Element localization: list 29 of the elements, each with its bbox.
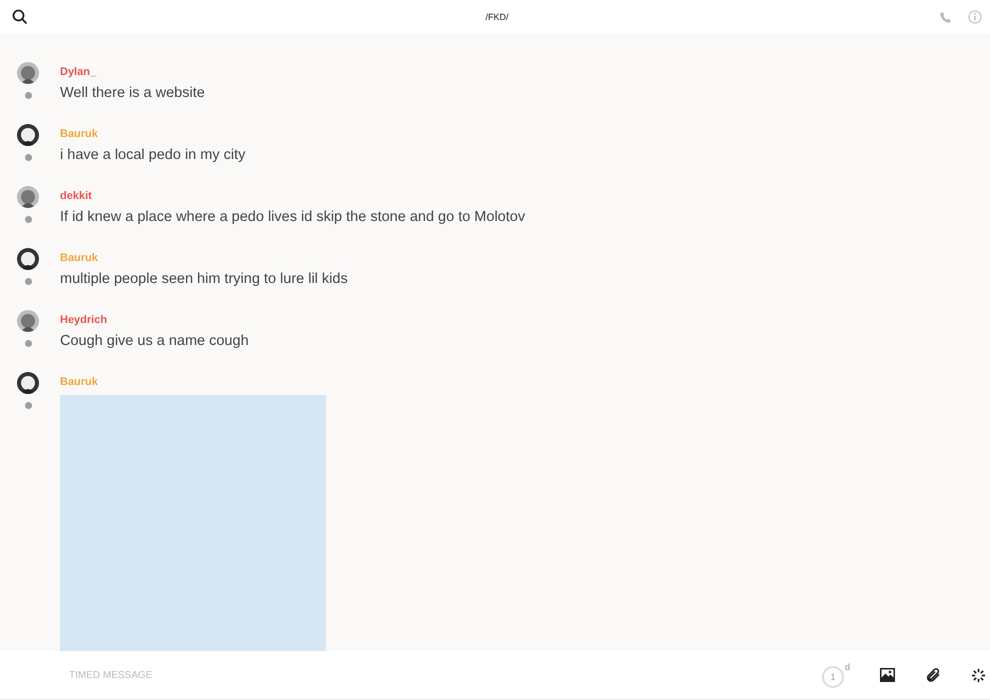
author-name[interactable]: Bauruk <box>60 128 990 140</box>
author-name[interactable]: Bauruk <box>60 252 990 264</box>
message-text: i have a local pedo in my city <box>60 147 246 163</box>
message-text: Cough give us a name cough <box>60 333 250 349</box>
status-dot <box>24 402 32 409</box>
author-name[interactable]: Heydrich <box>60 314 990 326</box>
channel-title: /FKD/ <box>485 12 508 22</box>
author-name[interactable]: Dylan_ <box>60 66 990 78</box>
avatar[interactable] <box>17 186 39 208</box>
message-text: multiple people seen him trying to lure lil kids <box>60 271 349 287</box>
search-icon[interactable] <box>12 9 28 25</box>
image-icon[interactable] <box>880 668 895 682</box>
author-name[interactable]: dekkit <box>60 190 990 202</box>
message-text: If id knew a place where a pedo lives id skip the stone and go to Molotov <box>60 209 526 225</box>
status-dot <box>24 154 32 161</box>
avatar[interactable] <box>17 248 39 270</box>
paperclip-icon[interactable] <box>925 667 941 683</box>
loader-icon[interactable] <box>971 668 986 682</box>
status-dot <box>24 278 32 285</box>
avatar[interactable] <box>17 372 39 394</box>
message-text: Well there is a website <box>60 85 206 101</box>
message-input[interactable]: TIMED MESSAGE <box>67 668 822 682</box>
status-dot <box>24 92 32 99</box>
status-dot <box>24 216 32 223</box>
avatar[interactable] <box>17 310 39 332</box>
status-dot <box>24 340 32 347</box>
avatar[interactable] <box>17 124 39 146</box>
avatar[interactable] <box>17 62 39 84</box>
author-name[interactable]: Bauruk <box>60 376 990 388</box>
